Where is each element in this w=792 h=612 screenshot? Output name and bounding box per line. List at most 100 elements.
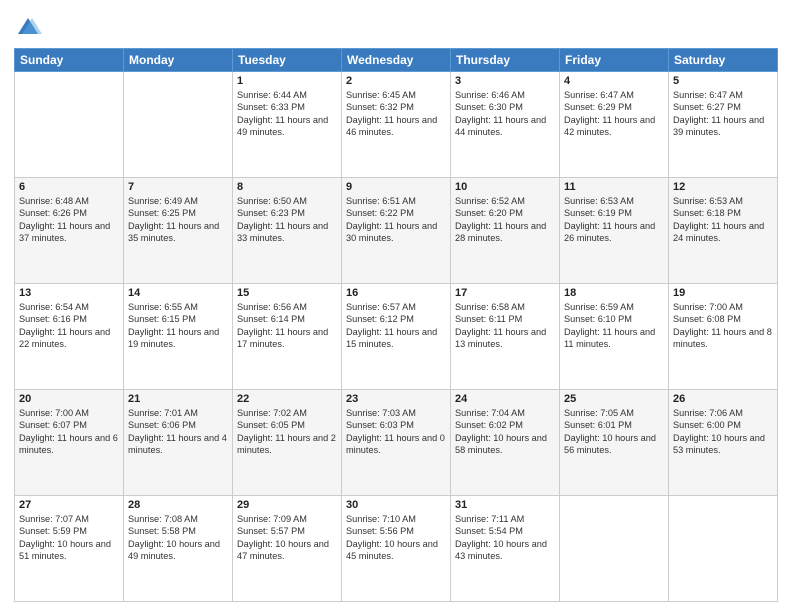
calendar-cell: 24 Sunrise: 7:04 AM Sunset: 6:02 PM Dayli… (451, 390, 560, 496)
calendar-cell: 13 Sunrise: 6:54 AM Sunset: 6:16 PM Dayli… (15, 284, 124, 390)
day-number: 17 (455, 287, 555, 299)
calendar-cell: 1 Sunrise: 6:44 AM Sunset: 6:33 PM Daylig… (233, 72, 342, 178)
calendar-cell: 9 Sunrise: 6:51 AM Sunset: 6:22 PM Daylig… (342, 178, 451, 284)
cell-info: Sunrise: 7:05 AM Sunset: 6:01 PM Dayligh… (564, 407, 664, 457)
header (14, 10, 778, 42)
calendar-cell: 15 Sunrise: 6:56 AM Sunset: 6:14 PM Dayli… (233, 284, 342, 390)
day-header-friday: Friday (560, 49, 669, 72)
cell-info: Sunrise: 6:58 AM Sunset: 6:11 PM Dayligh… (455, 301, 555, 351)
calendar-cell: 18 Sunrise: 6:59 AM Sunset: 6:10 PM Dayli… (560, 284, 669, 390)
calendar-week-3: 13 Sunrise: 6:54 AM Sunset: 6:16 PM Dayli… (15, 284, 778, 390)
day-number: 9 (346, 181, 446, 193)
day-number: 29 (237, 499, 337, 511)
day-number: 23 (346, 393, 446, 405)
day-number: 12 (673, 181, 773, 193)
calendar-week-2: 6 Sunrise: 6:48 AM Sunset: 6:26 PM Daylig… (15, 178, 778, 284)
cell-info: Sunrise: 6:55 AM Sunset: 6:15 PM Dayligh… (128, 301, 228, 351)
cell-info: Sunrise: 7:09 AM Sunset: 5:57 PM Dayligh… (237, 513, 337, 563)
calendar-week-1: 1 Sunrise: 6:44 AM Sunset: 6:33 PM Daylig… (15, 72, 778, 178)
calendar-week-4: 20 Sunrise: 7:00 AM Sunset: 6:07 PM Dayli… (15, 390, 778, 496)
cell-info: Sunrise: 6:44 AM Sunset: 6:33 PM Dayligh… (237, 89, 337, 139)
day-number: 5 (673, 75, 773, 87)
calendar-header-row: SundayMondayTuesdayWednesdayThursdayFrid… (15, 49, 778, 72)
day-number: 2 (346, 75, 446, 87)
calendar-cell (669, 496, 778, 602)
day-header-monday: Monday (124, 49, 233, 72)
day-number: 4 (564, 75, 664, 87)
cell-info: Sunrise: 7:02 AM Sunset: 6:05 PM Dayligh… (237, 407, 337, 457)
day-number: 3 (455, 75, 555, 87)
calendar-cell: 17 Sunrise: 6:58 AM Sunset: 6:11 PM Dayli… (451, 284, 560, 390)
cell-info: Sunrise: 6:47 AM Sunset: 6:29 PM Dayligh… (564, 89, 664, 139)
day-number: 7 (128, 181, 228, 193)
cell-info: Sunrise: 6:46 AM Sunset: 6:30 PM Dayligh… (455, 89, 555, 139)
calendar-cell: 29 Sunrise: 7:09 AM Sunset: 5:57 PM Dayli… (233, 496, 342, 602)
day-number: 6 (19, 181, 119, 193)
day-number: 26 (673, 393, 773, 405)
cell-info: Sunrise: 6:51 AM Sunset: 6:22 PM Dayligh… (346, 195, 446, 245)
calendar-cell (560, 496, 669, 602)
calendar-cell: 2 Sunrise: 6:45 AM Sunset: 6:32 PM Daylig… (342, 72, 451, 178)
cell-info: Sunrise: 7:04 AM Sunset: 6:02 PM Dayligh… (455, 407, 555, 457)
calendar-cell: 3 Sunrise: 6:46 AM Sunset: 6:30 PM Daylig… (451, 72, 560, 178)
calendar-cell: 12 Sunrise: 6:53 AM Sunset: 6:18 PM Dayli… (669, 178, 778, 284)
cell-info: Sunrise: 7:01 AM Sunset: 6:06 PM Dayligh… (128, 407, 228, 457)
calendar-cell: 22 Sunrise: 7:02 AM Sunset: 6:05 PM Dayli… (233, 390, 342, 496)
cell-info: Sunrise: 6:53 AM Sunset: 6:18 PM Dayligh… (673, 195, 773, 245)
cell-info: Sunrise: 6:48 AM Sunset: 6:26 PM Dayligh… (19, 195, 119, 245)
day-header-wednesday: Wednesday (342, 49, 451, 72)
cell-info: Sunrise: 7:08 AM Sunset: 5:58 PM Dayligh… (128, 513, 228, 563)
cell-info: Sunrise: 7:11 AM Sunset: 5:54 PM Dayligh… (455, 513, 555, 563)
day-number: 25 (564, 393, 664, 405)
day-header-thursday: Thursday (451, 49, 560, 72)
calendar-cell: 28 Sunrise: 7:08 AM Sunset: 5:58 PM Dayli… (124, 496, 233, 602)
cell-info: Sunrise: 6:47 AM Sunset: 6:27 PM Dayligh… (673, 89, 773, 139)
cell-info: Sunrise: 7:10 AM Sunset: 5:56 PM Dayligh… (346, 513, 446, 563)
calendar-cell: 5 Sunrise: 6:47 AM Sunset: 6:27 PM Daylig… (669, 72, 778, 178)
logo (14, 14, 44, 42)
day-number: 1 (237, 75, 337, 87)
day-number: 10 (455, 181, 555, 193)
day-number: 27 (19, 499, 119, 511)
calendar-cell: 11Sunrise: 6:53 AM Sunset: 6:19 PM Dayli… (560, 178, 669, 284)
day-number: 28 (128, 499, 228, 511)
cell-info: Sunrise: 7:00 AM Sunset: 6:08 PM Dayligh… (673, 301, 773, 351)
day-number: 21 (128, 393, 228, 405)
calendar-cell: 30 Sunrise: 7:10 AM Sunset: 5:56 PM Dayli… (342, 496, 451, 602)
cell-info: Sunrise: 6:52 AM Sunset: 6:20 PM Dayligh… (455, 195, 555, 245)
day-number: 13 (19, 287, 119, 299)
calendar-cell: 25 Sunrise: 7:05 AM Sunset: 6:01 PM Dayli… (560, 390, 669, 496)
calendar-cell (124, 72, 233, 178)
calendar-cell: 14 Sunrise: 6:55 AM Sunset: 6:15 PM Dayli… (124, 284, 233, 390)
calendar-cell: 20 Sunrise: 7:00 AM Sunset: 6:07 PM Dayli… (15, 390, 124, 496)
logo-icon (14, 14, 42, 42)
day-number: 20 (19, 393, 119, 405)
calendar-cell: 27 Sunrise: 7:07 AM Sunset: 5:59 PM Dayli… (15, 496, 124, 602)
day-number: 18 (564, 287, 664, 299)
day-number: 14 (128, 287, 228, 299)
cell-info: Sunrise: 6:49 AM Sunset: 6:25 PM Dayligh… (128, 195, 228, 245)
day-number: 15 (237, 287, 337, 299)
page: SundayMondayTuesdayWednesdayThursdayFrid… (0, 0, 792, 612)
cell-info: Sunrise: 6:54 AM Sunset: 6:16 PM Dayligh… (19, 301, 119, 351)
day-header-saturday: Saturday (669, 49, 778, 72)
cell-info: Sunrise: 6:56 AM Sunset: 6:14 PM Dayligh… (237, 301, 337, 351)
cell-info: Sunrise: 6:45 AM Sunset: 6:32 PM Dayligh… (346, 89, 446, 139)
day-number: 24 (455, 393, 555, 405)
day-number: 22 (237, 393, 337, 405)
calendar-cell: 6 Sunrise: 6:48 AM Sunset: 6:26 PM Daylig… (15, 178, 124, 284)
calendar-cell: 8Sunrise: 6:50 AM Sunset: 6:23 PM Daylig… (233, 178, 342, 284)
day-number: 19 (673, 287, 773, 299)
day-number: 16 (346, 287, 446, 299)
cell-info: Sunrise: 6:57 AM Sunset: 6:12 PM Dayligh… (346, 301, 446, 351)
day-number: 30 (346, 499, 446, 511)
calendar-cell: 4 Sunrise: 6:47 AM Sunset: 6:29 PM Daylig… (560, 72, 669, 178)
cell-info: Sunrise: 6:59 AM Sunset: 6:10 PM Dayligh… (564, 301, 664, 351)
calendar-cell: 26Sunrise: 7:06 AM Sunset: 6:00 PM Dayli… (669, 390, 778, 496)
calendar-week-5: 27 Sunrise: 7:07 AM Sunset: 5:59 PM Dayli… (15, 496, 778, 602)
calendar-cell: 7 Sunrise: 6:49 AM Sunset: 6:25 PM Daylig… (124, 178, 233, 284)
cell-info: Sunrise: 7:07 AM Sunset: 5:59 PM Dayligh… (19, 513, 119, 563)
cell-info: Sunrise: 7:00 AM Sunset: 6:07 PM Dayligh… (19, 407, 119, 457)
cell-info: Sunrise: 7:03 AM Sunset: 6:03 PM Dayligh… (346, 407, 446, 457)
cell-info: Sunrise: 6:50 AM Sunset: 6:23 PM Dayligh… (237, 195, 337, 245)
